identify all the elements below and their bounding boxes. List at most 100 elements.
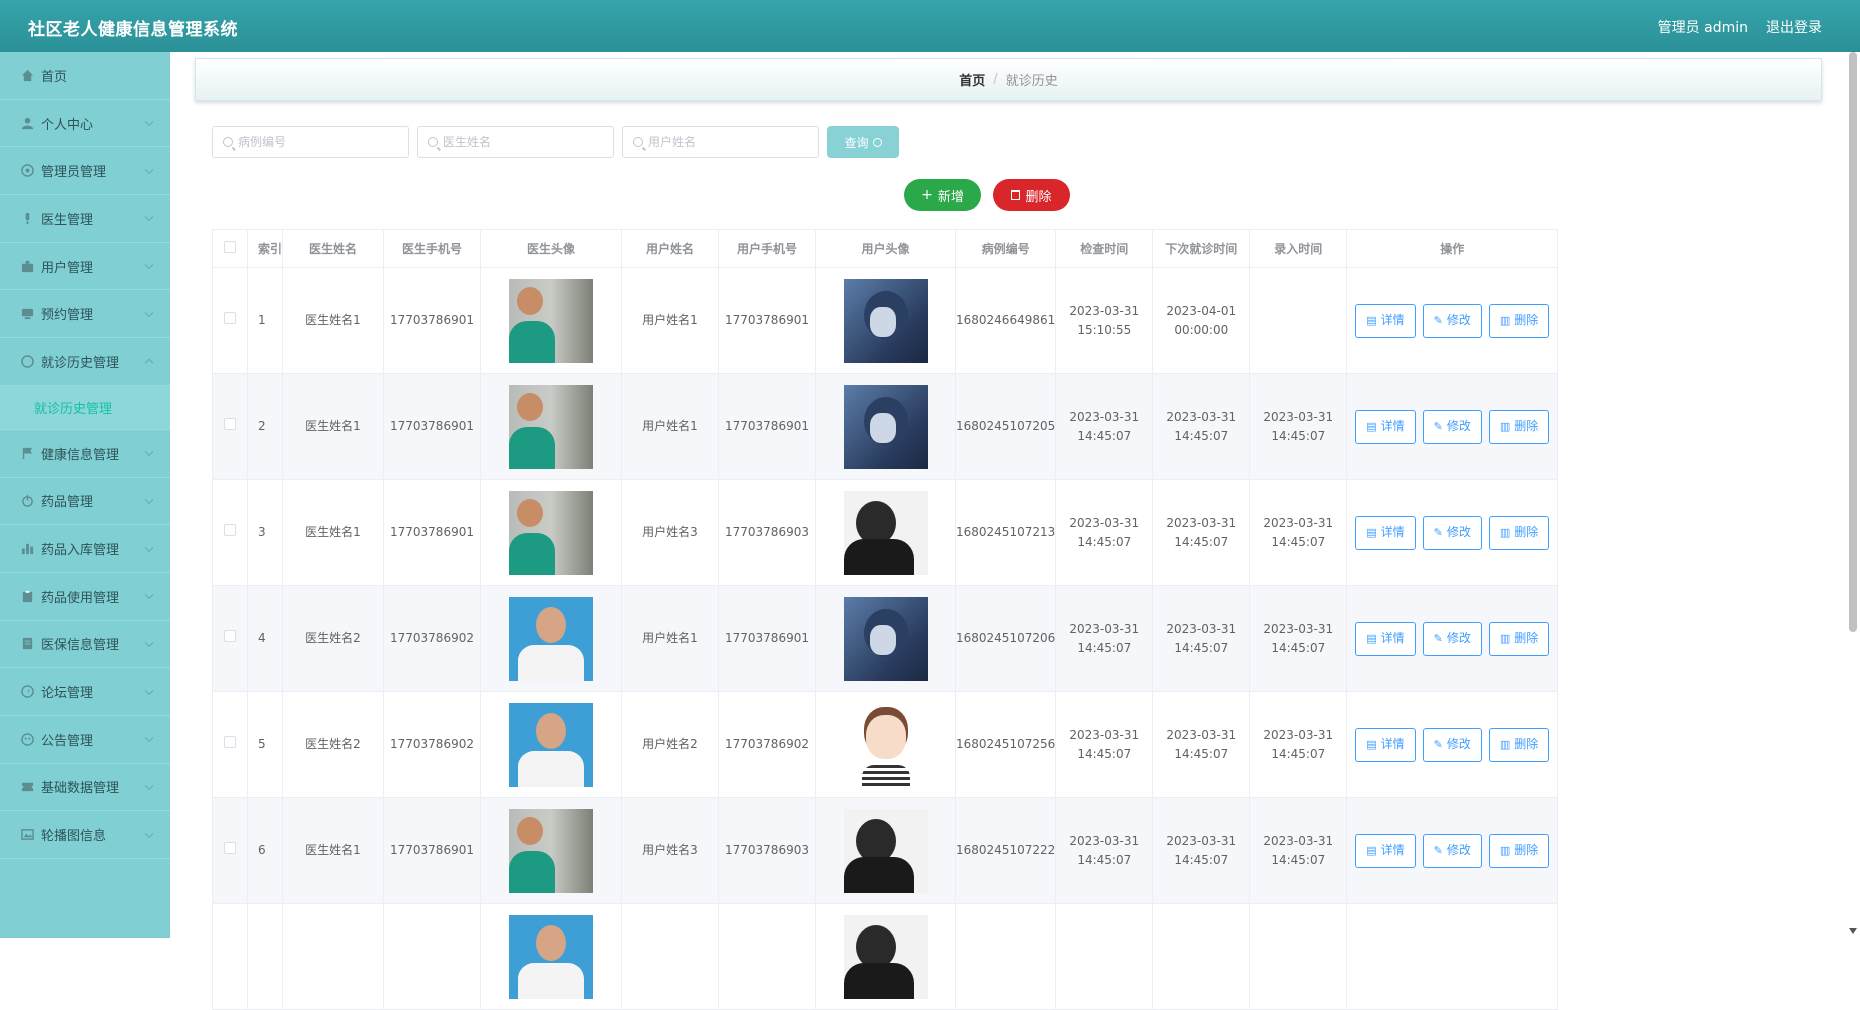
delete-button[interactable]: ▥ 删除: [1488, 833, 1550, 868]
sidebar-item-7[interactable]: 健康信息管理: [0, 430, 170, 478]
user-name-cell: 用户姓名2: [621, 691, 719, 798]
detail-button[interactable]: ▤ 详情: [1355, 303, 1416, 338]
user-avatar[interactable]: [843, 384, 928, 469]
sidebar-item-6[interactable]: 就诊历史管理: [0, 338, 170, 386]
globe-icon: [20, 164, 34, 178]
logout-button[interactable]: 退出登录: [1766, 17, 1822, 37]
edit-button[interactable]: ✎ 修改: [1422, 515, 1482, 550]
row-checkbox[interactable]: [224, 736, 236, 748]
doctor-phone-cell: 17703786901: [383, 479, 481, 586]
edit-button[interactable]: ✎ 修改: [1422, 621, 1482, 656]
user-name-search[interactable]: [622, 126, 819, 158]
case-no-input[interactable]: [238, 135, 398, 149]
detail-button[interactable]: ▤ 详情: [1355, 515, 1416, 550]
row-checkbox[interactable]: [224, 312, 236, 324]
doctor-name-cell: [282, 903, 384, 1010]
sidebar-item-label: 药品入库管理: [41, 543, 120, 559]
doctor-avatar[interactable]: [509, 384, 593, 469]
detail-button[interactable]: ▤ 详情: [1355, 621, 1416, 656]
row-select-cell: [212, 267, 248, 374]
select-all-checkbox[interactable]: [224, 241, 236, 253]
doctor-avatar[interactable]: [509, 490, 593, 575]
delete-button[interactable]: ▥ 删除: [1488, 727, 1550, 762]
delete-button[interactable]: ▥ 删除: [1488, 515, 1550, 550]
sidebar-item-2[interactable]: 管理员管理: [0, 147, 170, 196]
batch-delete-button[interactable]: 删除: [993, 179, 1070, 211]
search-bar: 查询: [212, 126, 899, 158]
sidebar-item-4[interactable]: 用户管理: [0, 243, 170, 291]
edit-button[interactable]: ✎ 修改: [1422, 727, 1482, 762]
query-button[interactable]: 查询: [827, 126, 899, 158]
delete-button[interactable]: ▥ 删除: [1488, 303, 1550, 338]
doctor-avatar-cell: [480, 903, 622, 1010]
sidebar-subitem-active[interactable]: 就诊历史管理: [0, 385, 170, 430]
dashboard-icon: [20, 685, 34, 699]
doctor-phone-cell: [383, 903, 481, 1010]
doctor-name-cell: 医生姓名1: [282, 479, 384, 586]
sidebar-item-10[interactable]: 药品使用管理: [0, 573, 170, 621]
doctor-avatar[interactable]: [509, 702, 593, 787]
doctor-avatar[interactable]: [509, 596, 593, 681]
detail-label: 详情: [1380, 419, 1405, 433]
user-avatar[interactable]: [843, 596, 928, 681]
scrollbar-thumb[interactable]: [1849, 52, 1857, 632]
user-phone-cell: 17703786901: [718, 585, 816, 692]
sidebar-item-label: 药品使用管理: [41, 590, 120, 606]
insert-time-cell: [1249, 267, 1348, 374]
detail-button[interactable]: ▤ 详情: [1355, 833, 1416, 868]
sidebar-item-0[interactable]: 首页: [0, 52, 170, 100]
sidebar-item-3[interactable]: 医生管理: [0, 195, 170, 243]
detail-button[interactable]: ▤ 详情: [1355, 727, 1416, 762]
sidebar-item-label: 健康信息管理: [41, 447, 120, 463]
scroll-down-icon[interactable]: [1849, 928, 1857, 934]
doctor-avatar[interactable]: [509, 278, 593, 363]
sidebar-item-13[interactable]: 公告管理: [0, 716, 170, 764]
scrollbar[interactable]: [1846, 52, 1860, 938]
operations-cell: ▤ 详情 ✎ 修改 ▥ 删除: [1346, 373, 1559, 480]
row-checkbox[interactable]: [224, 524, 236, 536]
user-name-input[interactable]: [648, 135, 808, 149]
case-no-search[interactable]: [212, 126, 409, 158]
next-time-cell: 2023-03-31 14:45:07: [1152, 585, 1251, 692]
user-avatar[interactable]: [843, 914, 928, 999]
chevron-down-icon: [144, 495, 154, 504]
sidebar-item-9[interactable]: 药品入库管理: [0, 525, 170, 573]
sidebar-item-label: 公告管理: [41, 733, 94, 749]
chevron-down-icon: [144, 590, 154, 600]
edit-button[interactable]: ✎ 修改: [1422, 303, 1482, 338]
delete-button[interactable]: ▥ 删除: [1488, 409, 1550, 444]
edit-button[interactable]: ✎ 修改: [1422, 833, 1482, 868]
sidebar-item-12[interactable]: 论坛管理: [0, 668, 170, 716]
user-name-cell: 用户姓名1: [621, 267, 719, 374]
detail-button[interactable]: ▤ 详情: [1355, 409, 1416, 444]
sidebar-item-11[interactable]: 医保信息管理: [0, 621, 170, 669]
user-avatar-cell: [815, 903, 956, 1010]
doctor-name-input[interactable]: [443, 135, 603, 149]
doctor-avatar[interactable]: [509, 808, 593, 893]
insert-time: 2023-03-31 14:45:07: [1263, 727, 1334, 761]
row-checkbox[interactable]: [224, 842, 236, 854]
delete-button[interactable]: ▥ 删除: [1488, 621, 1550, 656]
user-avatar-cell: [815, 797, 956, 904]
sidebar-item-1[interactable]: 个人中心: [0, 100, 170, 148]
sidebar-item-8[interactable]: 药品管理: [0, 478, 170, 526]
row-checkbox[interactable]: [224, 630, 236, 642]
check-time: 2023-03-31 14:45:07: [1069, 727, 1140, 761]
edit-button[interactable]: ✎ 修改: [1422, 409, 1482, 444]
doctor-name-search[interactable]: [417, 126, 614, 158]
user-avatar[interactable]: [843, 808, 928, 893]
mic-icon: [20, 211, 34, 225]
sidebar-item-15[interactable]: 轮播图信息: [0, 811, 170, 859]
user-avatar[interactable]: [843, 490, 928, 575]
breadcrumb-home[interactable]: 首页: [959, 70, 985, 89]
smile-icon: [20, 732, 34, 746]
row-checkbox[interactable]: [224, 418, 236, 430]
sidebar-item-5[interactable]: 预约管理: [0, 290, 170, 339]
doctor-avatar[interactable]: [509, 914, 593, 999]
sidebar-item-14[interactable]: 基础数据管理: [0, 764, 170, 812]
flag-icon: [20, 446, 34, 460]
user-avatar[interactable]: [843, 702, 928, 787]
operations-cell: ▤ 详情 ✎ 修改 ▥ 删除: [1346, 479, 1559, 586]
add-button[interactable]: + 新增: [904, 179, 981, 211]
user-avatar[interactable]: [843, 278, 928, 363]
